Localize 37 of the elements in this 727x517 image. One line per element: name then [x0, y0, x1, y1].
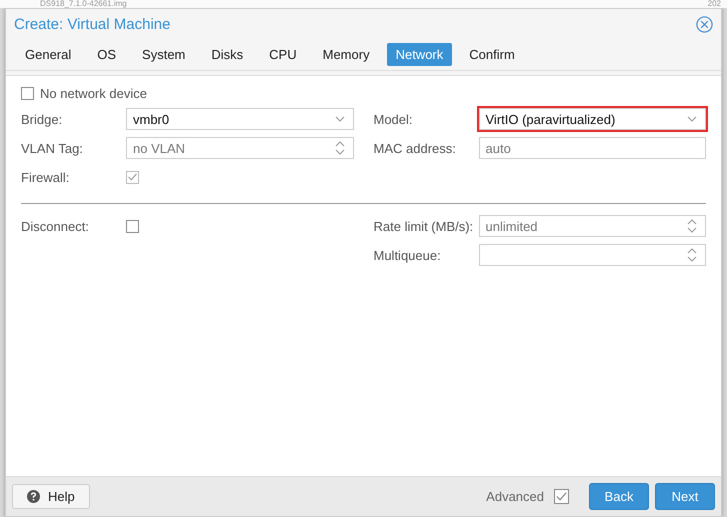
field-label: Rate limit (MB/s):: [374, 218, 474, 234]
field-label: Multiqueue:: [374, 248, 442, 262]
field-label: VLAN Tag:: [21, 140, 84, 156]
window-title: Create: Virtual Machine: [14, 16, 170, 33]
chevron-down-icon: [334, 116, 344, 122]
input-field[interactable]: [478, 244, 706, 266]
help-icon: [27, 490, 40, 503]
field-label: Firewall:: [21, 170, 70, 184]
field-label: MAC address:: [374, 140, 457, 156]
help-button[interactable]: Help: [12, 484, 90, 509]
field-label: Model:: [374, 112, 414, 126]
tab[interactable]: Disks: [202, 43, 252, 66]
column-text: 202: [708, 0, 721, 8]
close-icon[interactable]: [696, 16, 713, 33]
checkbox[interactable]: [554, 489, 569, 504]
field-label: Disconnect:: [21, 218, 90, 234]
field-label: Bridge:: [21, 112, 64, 126]
chevron-down-icon: [687, 116, 697, 122]
dropdown-field[interactable]: vmbr0: [126, 108, 354, 130]
tab[interactable]: Memory: [314, 43, 379, 66]
dropdown-field[interactable]: VirtIO (paravirtualized): [478, 108, 706, 130]
spinner-arrows-icon: [334, 140, 344, 156]
tab[interactable]: Confirm: [460, 43, 524, 66]
spinner-arrows-icon: [687, 247, 697, 263]
input-field[interactable]: unlimited: [478, 215, 706, 237]
tab[interactable]: OS: [88, 43, 126, 66]
tab[interactable]: General: [16, 43, 80, 66]
file-name: DS918_7.1.0-42661.img: [40, 0, 127, 8]
input-field[interactable]: no VLAN: [126, 137, 354, 159]
checkbox[interactable]: [21, 87, 34, 100]
checkbox-label: No network device: [40, 86, 147, 101]
input-field[interactable]: auto: [478, 137, 706, 159]
checkbox[interactable]: [126, 220, 139, 232]
tab[interactable]: CPU: [260, 43, 306, 66]
tab[interactable]: System: [133, 43, 194, 66]
spinner-arrows-icon: [687, 218, 697, 234]
advanced-label: Advanced: [486, 489, 544, 504]
